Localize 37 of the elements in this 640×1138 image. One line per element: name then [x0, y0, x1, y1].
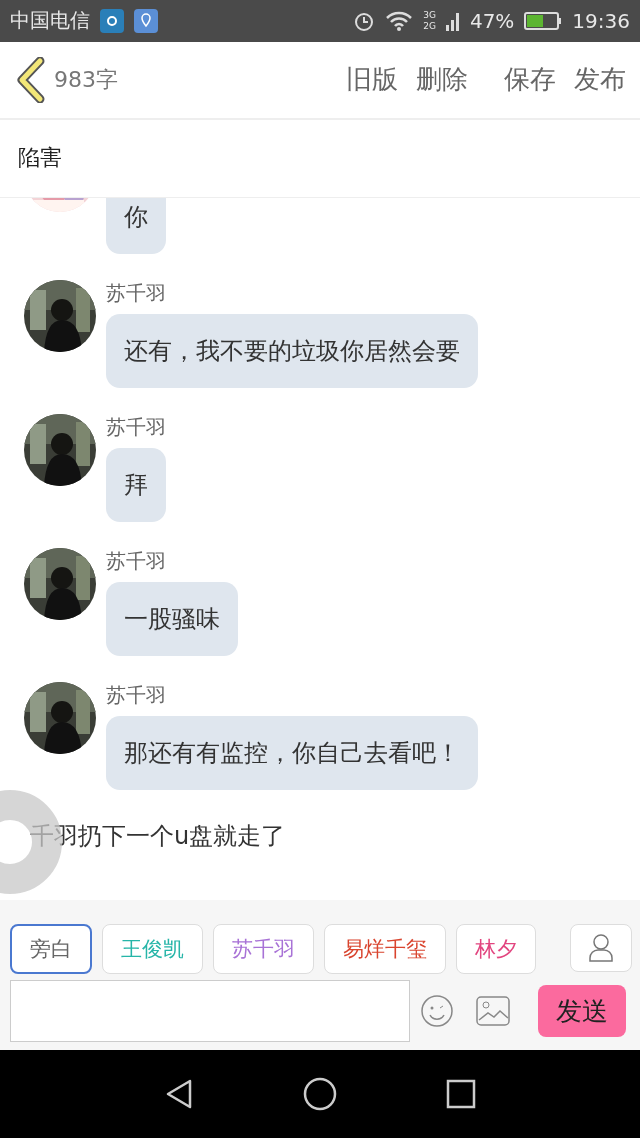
header-action[interactable]: 发布	[574, 62, 626, 98]
role-chip[interactable]: 易烊千玺	[324, 924, 446, 975]
back-icon[interactable]	[16, 56, 46, 103]
battery-percent: 47%	[469, 8, 515, 33]
speaker-name: 苏千羽	[106, 548, 166, 575]
header-action[interactable]: 删除	[416, 62, 468, 98]
network-type: 3G	[423, 9, 436, 21]
chapter-title: 陷害	[0, 119, 640, 198]
message-input[interactable]	[10, 980, 410, 1043]
speaker-name: 苏千羽	[106, 682, 166, 709]
battery-icon	[524, 10, 563, 31]
message-bubble: 一股骚味	[106, 582, 238, 657]
carrier-name: 中国电信	[10, 7, 90, 35]
message-bubble: 那还有有监控，你自己去看吧！	[106, 716, 478, 791]
network-type: 2G	[423, 20, 436, 32]
message-bubble: 还有，我不要的垃圾你居然会要	[106, 314, 478, 389]
header-action[interactable]: 旧版	[346, 62, 398, 98]
message-bubble: 拜	[106, 448, 166, 523]
send-button[interactable]: 发送	[538, 985, 626, 1038]
hotspot-icon	[100, 8, 124, 33]
role-chip[interactable]: 旁白	[10, 924, 92, 975]
role-chip[interactable]: 苏千羽	[213, 924, 314, 975]
emoji-icon[interactable]	[420, 994, 454, 1029]
header-action[interactable]: 保存	[504, 62, 556, 98]
image-icon[interactable]	[476, 996, 510, 1027]
speaker-name: 苏千羽	[106, 414, 166, 441]
speaker-name: 苏千羽	[106, 280, 166, 307]
home-icon[interactable]	[303, 1077, 337, 1112]
role-chip[interactable]: 林夕	[456, 924, 536, 975]
word-count: 983字	[54, 65, 118, 94]
message-bubble: 你	[106, 197, 166, 255]
wifi-icon	[385, 9, 414, 32]
location-icon	[134, 8, 158, 33]
clock-time: 19:36	[572, 8, 630, 33]
narration-text: 千羽扔下一个u盘就走了	[29, 821, 287, 853]
person-icon[interactable]	[570, 924, 632, 973]
recents-icon[interactable]	[445, 1079, 476, 1110]
